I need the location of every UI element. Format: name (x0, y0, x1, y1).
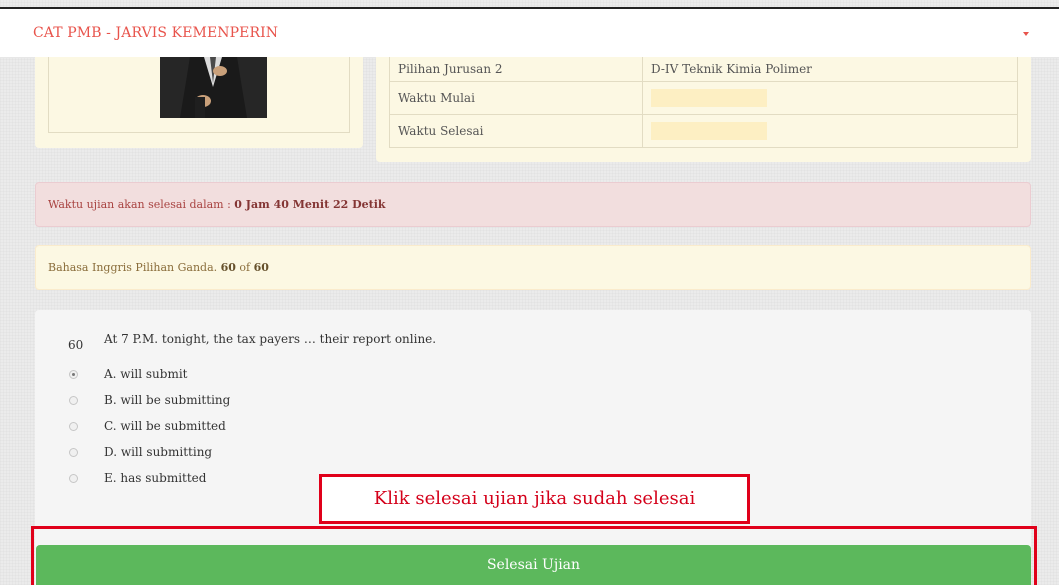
section-name: Bahasa Inggris Pilihan Ganda. (48, 261, 221, 274)
timer-prefix: Waktu ujian akan selesai dalam : (48, 198, 235, 211)
radio-button[interactable] (69, 448, 78, 457)
info-label: Pilihan Jurusan 2 (389, 57, 643, 82)
option-label: E. has submitted (104, 471, 207, 485)
table-row: Pilihan Jurusan 2 D-IV Teknik Kimia Poli… (389, 57, 1018, 82)
info-value-cell (642, 81, 1018, 115)
dropdown-caret-icon[interactable] (1023, 32, 1029, 36)
radio-button[interactable] (69, 396, 78, 405)
radio-button[interactable] (69, 370, 78, 379)
end-time-value (651, 122, 767, 140)
info-value-cell (642, 114, 1018, 148)
option-label: A. will submit (104, 367, 188, 381)
profile-photo-panel (35, 57, 363, 148)
question-number: 60 (68, 338, 84, 352)
annotation-callout: Klik selesai ujian jika sudah selesai (319, 474, 750, 524)
option-label: C. will be submitted (104, 419, 226, 433)
question-text: At 7 P.M. tonight, the tax payers … thei… (104, 332, 437, 346)
section-current: 60 (220, 261, 236, 274)
start-time-value (651, 89, 767, 107)
timer-alert: Waktu ujian akan selesai dalam : 0 Jam 4… (35, 182, 1031, 227)
annotation-highlight-box (31, 526, 1037, 585)
navbar: CAT PMB - JARVIS KEMENPERIN (0, 9, 1059, 58)
timer-remaining: 0 Jam 40 Menit 22 Detik (234, 198, 386, 211)
info-value: D-IV Teknik Kimia Polimer (642, 57, 1018, 82)
radio-button[interactable] (69, 474, 78, 483)
radio-button[interactable] (69, 422, 78, 431)
exam-info-panel: Pilihan Jurusan 2 D-IV Teknik Kimia Poli… (376, 57, 1031, 162)
section-of: of (235, 261, 254, 274)
table-row: Waktu Mulai (389, 81, 1018, 115)
suit-person-image (160, 57, 267, 118)
option-label: B. will be submitting (104, 393, 231, 407)
option-label: D. will submitting (104, 445, 213, 459)
info-label: Waktu Selesai (389, 114, 643, 148)
info-label: Waktu Mulai (389, 81, 643, 115)
photo-frame (48, 57, 350, 133)
exam-info-table: Pilihan Jurusan 2 D-IV Teknik Kimia Poli… (389, 57, 1018, 148)
profile-photo (160, 57, 267, 118)
section-progress-alert: Bahasa Inggris Pilihan Ganda. 60 of 60 (35, 245, 1031, 290)
table-row: Waktu Selesai (389, 114, 1018, 148)
section-total: 60 (253, 261, 269, 274)
brand-link[interactable]: CAT PMB - JARVIS KEMENPERIN (33, 25, 278, 41)
